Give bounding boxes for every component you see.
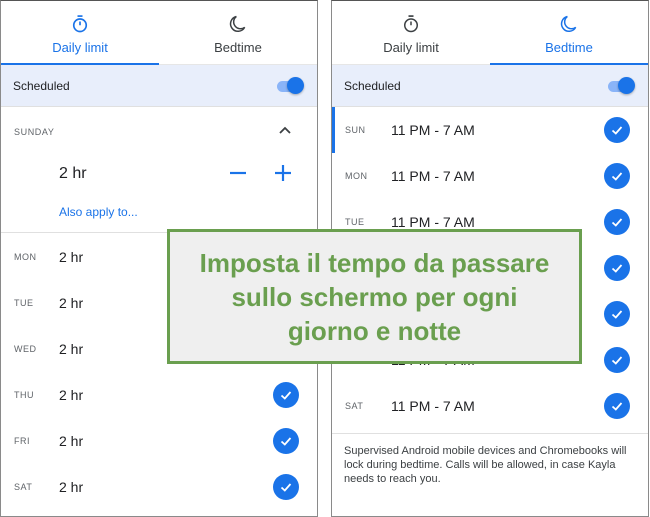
- callout-line: giorno e notte: [287, 315, 462, 346]
- day-label: FRI: [14, 436, 30, 446]
- day-value: 2 hr: [59, 341, 84, 357]
- day-value: 2 hr: [59, 249, 84, 265]
- annotation-callout: Imposta il tempo da passare sullo scherm…: [167, 229, 582, 364]
- day-value: 11 PM - 7 AM: [391, 398, 475, 414]
- day-enabled-checkbox[interactable]: [604, 209, 630, 235]
- tab-daily-limit[interactable]: Daily limit: [332, 1, 490, 64]
- day-value: 2 hr: [59, 295, 84, 311]
- day-enabled-checkbox[interactable]: [273, 428, 299, 454]
- day-enabled-checkbox[interactable]: [604, 255, 630, 281]
- checkmark-icon: [611, 126, 623, 135]
- checkmark-icon: [611, 356, 623, 365]
- day-row[interactable]: FRI 2 hr: [1, 418, 317, 464]
- time-limit-value: 2 hr: [59, 165, 87, 182]
- checkmark-icon: [611, 310, 623, 319]
- day-row[interactable]: SAT 11 PM - 7 AM: [332, 383, 648, 429]
- toggle-knob: [287, 76, 304, 94]
- day-label: MON: [345, 171, 368, 181]
- day-label: MON: [14, 252, 37, 262]
- day-row[interactable]: SAT 2 hr: [1, 464, 317, 510]
- day-enabled-checkbox[interactable]: [604, 117, 630, 143]
- tab-bedtime[interactable]: Bedtime: [490, 1, 648, 65]
- bedtime-info-note: Supervised Android mobile devices and Ch…: [332, 433, 648, 496]
- also-apply-link[interactable]: Also apply to...: [59, 205, 138, 219]
- callout-text: Imposta il tempo da passare sullo scherm…: [200, 246, 550, 348]
- tab-label: Bedtime: [545, 40, 593, 55]
- callout-line: sullo schermo per ogni: [231, 281, 518, 312]
- day-value: 11 PM - 7 AM: [391, 168, 475, 184]
- day-enabled-checkbox[interactable]: [273, 382, 299, 408]
- day-row[interactable]: THU 2 hr: [1, 372, 317, 418]
- sunday-expanded-block: SUNDAY 2 hr Also apply to...: [1, 107, 317, 233]
- checkmark-icon: [280, 437, 292, 446]
- scheduled-row: Scheduled: [332, 65, 648, 107]
- day-label: SAT: [14, 482, 33, 492]
- day-value: 2 hr: [59, 387, 84, 403]
- day-label: SUNDAY: [14, 127, 55, 137]
- scheduled-toggle[interactable]: [606, 76, 636, 95]
- day-label: SAT: [345, 401, 364, 411]
- scheduled-row: Scheduled: [1, 65, 317, 107]
- tab-bar: Daily limit Bedtime: [1, 1, 317, 65]
- day-label: THU: [14, 390, 34, 400]
- checkmark-icon: [611, 402, 623, 411]
- day-enabled-checkbox[interactable]: [604, 347, 630, 373]
- day-value: 2 hr: [59, 479, 84, 495]
- day-row[interactable]: MON 11 PM - 7 AM: [332, 153, 648, 199]
- toggle-knob: [618, 76, 635, 94]
- day-enabled-checkbox[interactable]: [604, 393, 630, 419]
- day-value: 11 PM - 7 AM: [391, 214, 475, 230]
- scheduled-label: Scheduled: [344, 78, 401, 93]
- day-enabled-checkbox[interactable]: [604, 301, 630, 327]
- day-enabled-checkbox[interactable]: [604, 163, 630, 189]
- checkmark-icon: [280, 391, 292, 400]
- day-label: WED: [14, 344, 37, 354]
- checkmark-icon: [611, 264, 623, 273]
- increase-button[interactable]: [273, 163, 293, 183]
- decrease-button[interactable]: [228, 163, 248, 183]
- checkmark-icon: [611, 218, 623, 227]
- day-label: TUE: [14, 298, 34, 308]
- tab-bedtime[interactable]: Bedtime: [159, 1, 317, 64]
- day-label: TUE: [345, 217, 365, 227]
- moon-icon: [560, 15, 577, 33]
- day-value: 11 PM - 7 AM: [391, 122, 475, 138]
- callout-line: Imposta il tempo da passare: [199, 247, 550, 278]
- chevron-up-icon[interactable]: [277, 123, 293, 137]
- tab-label: Bedtime: [214, 40, 262, 55]
- tab-bar: Daily limit Bedtime: [332, 1, 648, 65]
- day-label: SUN: [345, 125, 366, 135]
- tab-daily-limit[interactable]: Daily limit: [1, 1, 159, 65]
- day-row[interactable]: SUN 11 PM - 7 AM: [332, 107, 648, 153]
- moon-icon: [229, 15, 246, 33]
- tab-label: Daily limit: [383, 40, 439, 55]
- day-value: 2 hr: [59, 433, 84, 449]
- scheduled-label: Scheduled: [13, 78, 70, 93]
- scheduled-toggle[interactable]: [275, 76, 305, 95]
- selected-indicator: [332, 107, 335, 153]
- timer-icon: [72, 15, 88, 33]
- checkmark-icon: [611, 172, 623, 181]
- timer-icon: [404, 15, 418, 33]
- checkmark-icon: [280, 483, 292, 492]
- tab-label: Daily limit: [52, 40, 108, 55]
- day-enabled-checkbox[interactable]: [273, 474, 299, 500]
